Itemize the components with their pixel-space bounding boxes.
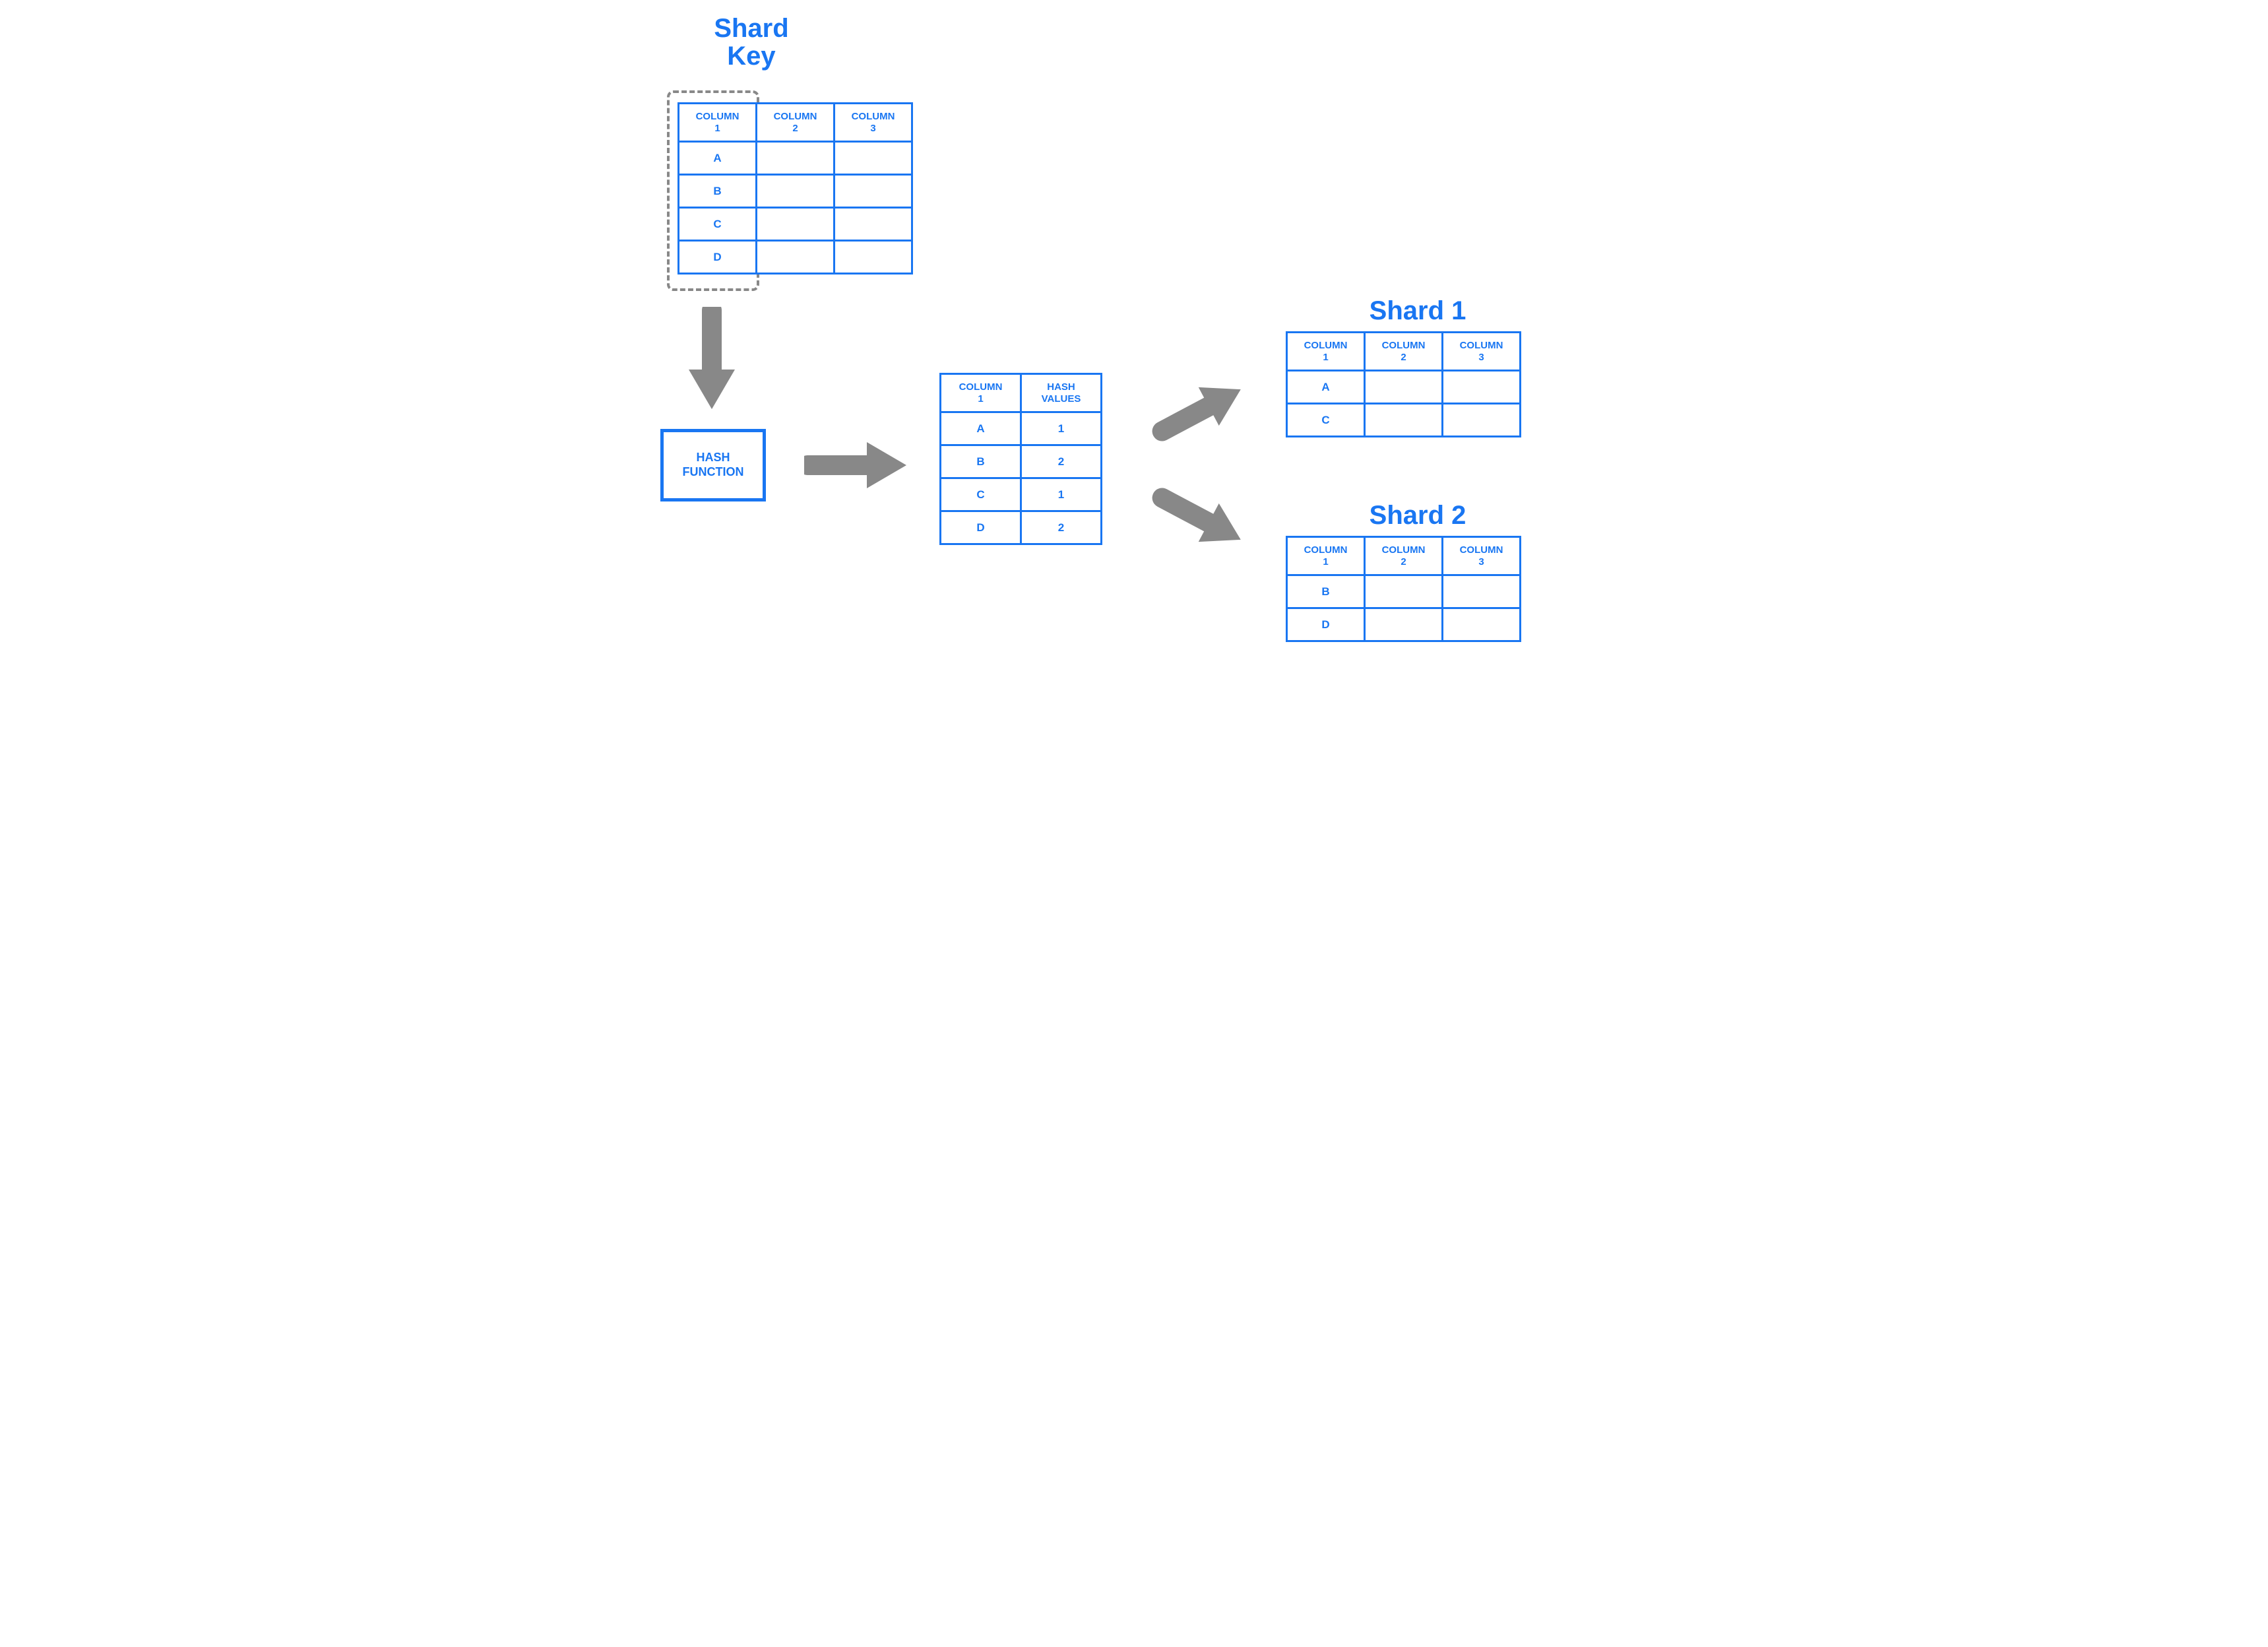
- shard2-th-col3: COLUMN3: [1443, 537, 1521, 575]
- source-r4c1: D: [679, 241, 757, 274]
- cell: [1365, 608, 1443, 641]
- shard2-title: Shard 2: [1332, 501, 1503, 529]
- hash-function-line2: FUNCTION: [683, 465, 744, 478]
- label: COLUMN: [1304, 340, 1348, 351]
- hash-th-col1: COLUMN1: [941, 374, 1021, 412]
- label: 3: [870, 123, 875, 134]
- shard1-title: Shard 1: [1332, 297, 1503, 325]
- source-r1c1: A: [679, 142, 757, 175]
- cell: [757, 208, 835, 241]
- hash-th-col2: HASHVALUES: [1021, 374, 1102, 412]
- shard1-r2c1: C: [1287, 404, 1365, 437]
- hash-r2c1: B: [941, 445, 1021, 478]
- label: 3: [1478, 352, 1484, 363]
- label: COLUMN: [1460, 544, 1503, 556]
- label: COLUMN: [774, 111, 817, 122]
- cell: [1443, 608, 1521, 641]
- cell: [835, 175, 912, 208]
- shard1-r1c1: A: [1287, 371, 1365, 404]
- label: COLUMN: [1460, 340, 1503, 351]
- cell: [835, 208, 912, 241]
- label: COLUMN: [1382, 544, 1426, 556]
- label: 2: [1401, 352, 1406, 363]
- label: 2: [1401, 556, 1406, 567]
- hash-r3c2: 1: [1021, 478, 1102, 511]
- cell: [1443, 575, 1521, 608]
- shard-key-title-line1: Shard: [714, 14, 788, 43]
- cell: [1365, 404, 1443, 437]
- hash-r1c1: A: [941, 412, 1021, 445]
- source-r3c1: C: [679, 208, 757, 241]
- label: COLUMN: [1382, 340, 1426, 351]
- hash-r4c1: D: [941, 511, 1021, 544]
- label: 1: [1323, 352, 1328, 363]
- source-th-col3: COLUMN3: [835, 104, 912, 142]
- shard1-table: COLUMN1 COLUMN2 COLUMN3 A C: [1286, 331, 1521, 437]
- cell: [835, 142, 912, 175]
- label: 1: [1323, 556, 1328, 567]
- hash-r4c2: 2: [1021, 511, 1102, 544]
- label: 1: [978, 393, 983, 404]
- shard2-th-col2: COLUMN2: [1365, 537, 1443, 575]
- shard2-th-col1: COLUMN1: [1287, 537, 1365, 575]
- cell: [1443, 371, 1521, 404]
- shard-key-title: Shard Key: [679, 15, 824, 70]
- label: COLUMN: [1304, 544, 1348, 556]
- arrow-right-icon: [804, 439, 910, 492]
- source-r2c1: B: [679, 175, 757, 208]
- source-th-col2: COLUMN2: [757, 104, 835, 142]
- cell: [1365, 575, 1443, 608]
- shard-key-title-line2: Key: [727, 42, 775, 71]
- hash-function-box: HASH FUNCTION: [660, 429, 766, 501]
- label: VALUES: [1042, 393, 1081, 404]
- cell: [835, 241, 912, 274]
- shard1-th-col3: COLUMN3: [1443, 333, 1521, 371]
- label: COLUMN: [959, 381, 1003, 393]
- arrow-down-icon: [685, 307, 738, 412]
- label: 1: [714, 123, 720, 134]
- source-th-col1: COLUMN1: [679, 104, 757, 142]
- hash-function-line1: HASH: [696, 451, 730, 464]
- arrow-up-right-icon: [1147, 375, 1253, 447]
- hash-r1c2: 1: [1021, 412, 1102, 445]
- label: HASH: [1047, 381, 1075, 393]
- cell: [1443, 404, 1521, 437]
- arrow-down-right-icon: [1147, 482, 1253, 554]
- label: 3: [1478, 556, 1484, 567]
- shard1-th-col1: COLUMN1: [1287, 333, 1365, 371]
- label: 2: [792, 123, 798, 134]
- cell: [757, 142, 835, 175]
- cell: [757, 241, 835, 274]
- shard2-r2c1: D: [1287, 608, 1365, 641]
- sharding-diagram: Shard Key COLUMN1 COLUMN2 COLUMN3 A B C …: [619, 0, 1649, 746]
- label: COLUMN: [696, 111, 740, 122]
- shard2-r1c1: B: [1287, 575, 1365, 608]
- cell: [1365, 371, 1443, 404]
- source-table: COLUMN1 COLUMN2 COLUMN3 A B C D: [677, 102, 913, 274]
- shard2-table: COLUMN1 COLUMN2 COLUMN3 B D: [1286, 536, 1521, 642]
- hash-table: COLUMN1 HASHVALUES A1 B2 C1 D2: [939, 373, 1102, 545]
- shard1-th-col2: COLUMN2: [1365, 333, 1443, 371]
- cell: [757, 175, 835, 208]
- label: COLUMN: [852, 111, 895, 122]
- hash-r2c2: 2: [1021, 445, 1102, 478]
- hash-r3c1: C: [941, 478, 1021, 511]
